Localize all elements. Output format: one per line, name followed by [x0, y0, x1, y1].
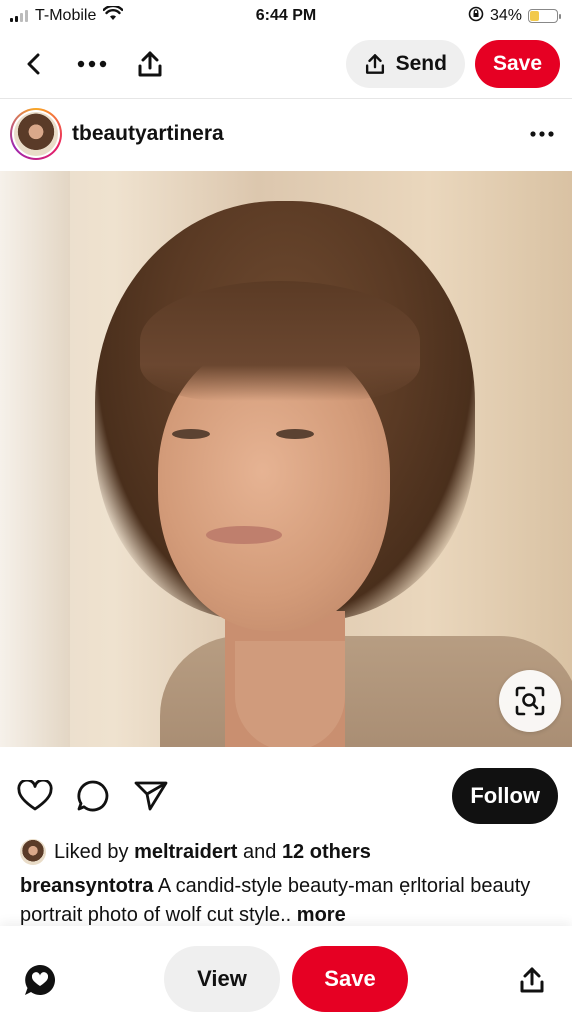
avatar-image: [14, 112, 58, 156]
status-right: 34%: [468, 6, 561, 27]
photo-bangs: [140, 281, 420, 401]
share-button-top[interactable]: [128, 42, 172, 86]
send-label: Send: [395, 52, 447, 75]
share-icon: [138, 51, 162, 77]
comment-icon: [77, 780, 109, 812]
save-button-bottom[interactable]: Save: [292, 946, 408, 1012]
actions-row: Follow: [0, 766, 572, 826]
chat-heart-icon: [25, 965, 55, 995]
share-button-bottom[interactable]: [512, 960, 552, 1000]
follow-button[interactable]: Follow: [452, 768, 558, 824]
view-button[interactable]: View: [164, 946, 280, 1012]
status-bar: T-Mobile 6:44 PM 34%: [0, 0, 572, 32]
liked-others[interactable]: 12 others: [282, 841, 371, 864]
battery-fill: [530, 11, 539, 21]
profile-username[interactable]: tbeautyartinera: [72, 122, 522, 146]
signal-icon: [10, 10, 28, 22]
caption: breansyntotra A candid-style beauty-man …: [20, 872, 560, 930]
chat-button[interactable]: [20, 960, 60, 1000]
liker-avatar: [20, 839, 46, 865]
liked-by-row[interactable]: Liked by meltraidert and 12 others: [20, 836, 560, 868]
ellipsis-icon: [530, 131, 554, 137]
photo-eye-right: [276, 429, 314, 439]
send-button[interactable]: Send: [345, 40, 465, 88]
status-time: 6:44 PM: [255, 7, 317, 24]
photo-window-light: [0, 171, 70, 747]
divider: [0, 98, 572, 99]
carrier-label: T-Mobile: [35, 7, 97, 24]
comment-button[interactable]: [72, 775, 114, 817]
visual-search-icon: [515, 686, 545, 716]
liked-prefix: Liked by: [54, 840, 129, 863]
more-options-button[interactable]: [70, 42, 114, 86]
caption-more-link[interactable]: more: [291, 904, 346, 926]
profile-row: tbeautyartinera: [0, 104, 572, 164]
share-icon: [520, 967, 544, 993]
save-button-top[interactable]: Save: [474, 40, 560, 88]
top-nav: Send Save: [0, 36, 572, 92]
status-left: T-Mobile: [10, 4, 124, 26]
like-button[interactable]: [14, 775, 56, 817]
back-button[interactable]: [12, 42, 56, 86]
pin-photo[interactable]: [0, 171, 572, 747]
photo-lips: [206, 526, 282, 544]
upload-icon: [365, 54, 384, 74]
send-direct-button[interactable]: [130, 775, 172, 817]
photo-neckline: [235, 641, 345, 747]
ellipsis-icon: [77, 60, 107, 68]
liked-connector: and: [243, 840, 277, 863]
profile-avatar[interactable]: [10, 108, 62, 160]
wifi-icon: [102, 4, 124, 26]
photo-eye-left: [172, 429, 210, 439]
battery-icon: [528, 9, 561, 23]
chevron-left-icon: [27, 53, 40, 75]
caption-user[interactable]: breansyntotra: [20, 875, 153, 897]
visual-search-button[interactable]: [499, 670, 561, 732]
bottom-bar: View Save: [0, 926, 572, 1024]
battery-percent: 34%: [489, 7, 522, 24]
orientation-lock-icon: [468, 6, 484, 27]
liked-user[interactable]: meltraidert: [134, 841, 237, 864]
profile-more-button[interactable]: [522, 114, 562, 154]
paper-plane-icon: [134, 781, 168, 811]
heart-icon: [17, 780, 53, 811]
